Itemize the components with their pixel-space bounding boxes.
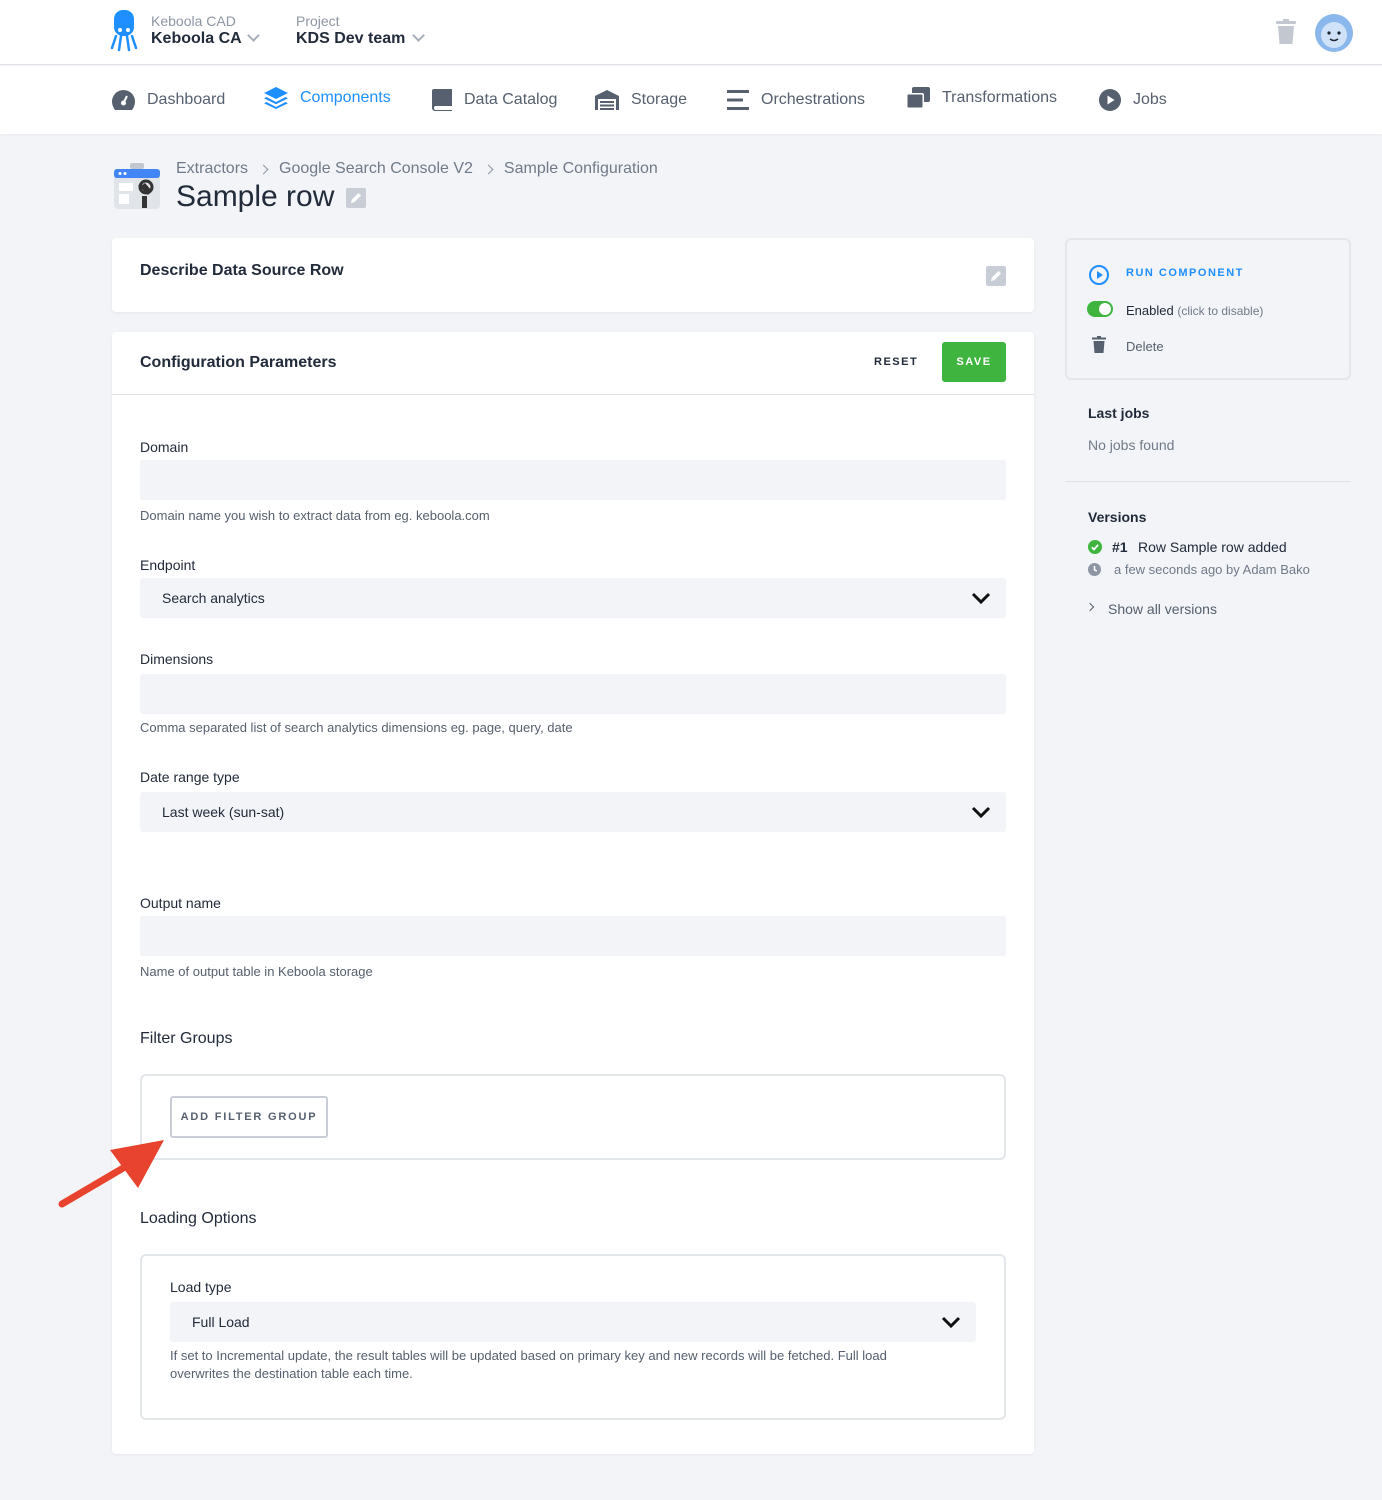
dimensions-help: Comma separated list of search analytics…: [140, 720, 573, 735]
enabled-toggle-label[interactable]: Enabled (click to disable): [1126, 303, 1263, 318]
endpoint-label: Endpoint: [140, 557, 196, 573]
version-number[interactable]: #1: [1112, 539, 1128, 555]
config-title: Configuration Parameters: [140, 354, 337, 371]
load-type-help-line1: If set to Incremental update, the result…: [170, 1348, 887, 1363]
nav-label: Dashboard: [147, 91, 226, 108]
run-component-button[interactable]: RUN COMPONENT: [1126, 267, 1244, 279]
describe-title: Describe Data Source Row: [140, 262, 344, 279]
endpoint-value: Search analytics: [162, 590, 265, 606]
chevron-down-icon[interactable]: [412, 29, 425, 42]
trash-icon[interactable]: [1092, 336, 1106, 353]
org-label: Keboola CAD: [151, 13, 236, 29]
add-filter-group-button[interactable]: ADD FILTER GROUP: [170, 1096, 328, 1138]
windows-icon: [906, 87, 930, 109]
nav-dashboard[interactable]: Dashboard: [112, 88, 225, 112]
configuration-card: Configuration Parameters RESET SAVE Doma…: [112, 332, 1034, 1454]
main-nav: Dashboard Components Data Catalog Storag…: [0, 66, 1382, 134]
header-divider: [112, 394, 1034, 395]
chevron-down-icon: [971, 806, 991, 819]
annotation-arrow-icon: [58, 1140, 164, 1208]
dimensions-input[interactable]: [140, 674, 1006, 714]
dimensions-label: Dimensions: [140, 651, 214, 667]
breadcrumb-component[interactable]: Google Search Console V2: [279, 160, 473, 178]
nav-label: Data Catalog: [464, 91, 558, 108]
last-jobs-title: Last jobs: [1088, 405, 1150, 421]
load-type-label: Load type: [170, 1279, 232, 1295]
date-range-label: Date range type: [140, 769, 240, 785]
load-type-select[interactable]: Full Load: [170, 1302, 976, 1342]
chevron-down-icon: [971, 592, 991, 605]
endpoint-select[interactable]: Search analytics: [140, 578, 1006, 618]
edit-pencil-icon[interactable]: [346, 188, 366, 208]
loading-options-title: Loading Options: [140, 1210, 257, 1227]
enabled-hint: (click to disable): [1177, 304, 1264, 318]
filter-groups-box: ADD FILTER GROUP: [140, 1074, 1006, 1160]
domain-input[interactable]: [140, 460, 1006, 500]
save-button[interactable]: SAVE: [942, 342, 1006, 382]
nav-storage[interactable]: Storage: [595, 88, 687, 112]
check-circle-icon: [1088, 540, 1102, 554]
chevron-right-icon: [483, 164, 494, 174]
sidebar-divider: [1065, 481, 1351, 482]
version-meta: a few seconds ago by Adam Bako: [1114, 562, 1310, 577]
play-circle-icon: [1099, 89, 1121, 111]
project-label: Project: [296, 13, 340, 29]
clock-icon: [1088, 563, 1101, 576]
avatar[interactable]: [1315, 14, 1353, 52]
reset-button[interactable]: RESET: [874, 356, 918, 368]
load-type-value: Full Load: [192, 1314, 250, 1330]
domain-label: Domain: [140, 439, 189, 455]
page-title: Sample row: [176, 180, 335, 213]
nav-transformations[interactable]: Transformations: [906, 86, 1057, 110]
loading-options-box: Load type Full Load If set to Incrementa…: [140, 1254, 1006, 1420]
output-name-help: Name of output table in Keboola storage: [140, 964, 373, 979]
bars-icon: [727, 90, 749, 110]
nav-label: Jobs: [1133, 91, 1167, 108]
chevron-right-icon[interactable]: [1085, 602, 1095, 612]
date-range-select[interactable]: Last week (sun-sat): [140, 792, 1006, 832]
breadcrumb: Extractors Google Search Console V2 Samp…: [176, 160, 658, 178]
dashboard-gauge-icon: [112, 90, 135, 110]
play-circle-icon[interactable]: [1089, 265, 1109, 285]
toggle-switch[interactable]: [1087, 301, 1113, 317]
domain-help: Domain name you wish to extract data fro…: [140, 508, 490, 523]
enabled-label: Enabled: [1126, 303, 1174, 318]
chevron-down-icon: [941, 1316, 961, 1329]
nav-label: Orchestrations: [761, 91, 866, 108]
google-search-console-icon: [114, 163, 160, 209]
chevron-right-icon: [258, 164, 269, 174]
output-name-input[interactable]: [140, 916, 1006, 956]
date-range-value: Last week (sun-sat): [162, 804, 285, 820]
delete-button[interactable]: Delete: [1126, 339, 1164, 354]
nav-data-catalog[interactable]: Data Catalog: [432, 88, 557, 112]
warehouse-icon: [595, 90, 619, 110]
version-description[interactable]: Row Sample row added: [1138, 539, 1287, 555]
filter-groups-title: Filter Groups: [140, 1030, 233, 1047]
nav-label: Storage: [631, 91, 688, 108]
chevron-down-icon[interactable]: [247, 29, 260, 42]
describe-card: Describe Data Source Row: [112, 238, 1034, 312]
edit-pencil-icon[interactable]: [986, 266, 1006, 286]
load-type-help-line2: overwrites the destination table each ti…: [170, 1366, 413, 1381]
keboola-logo-icon[interactable]: [110, 10, 138, 52]
top-bar: Keboola CAD Keboola CA Project KDS Dev t…: [0, 0, 1382, 65]
layers-icon: [264, 87, 288, 109]
book-icon: [432, 89, 452, 111]
nav-label: Components: [300, 89, 391, 106]
no-jobs-text: No jobs found: [1088, 437, 1175, 453]
actions-panel: RUN COMPONENT Enabled (click to disable)…: [1065, 238, 1351, 380]
nav-jobs[interactable]: Jobs: [1099, 88, 1167, 112]
breadcrumb-configuration[interactable]: Sample Configuration: [504, 160, 658, 178]
output-name-label: Output name: [140, 895, 221, 911]
trash-icon[interactable]: [1276, 19, 1296, 45]
project-switcher[interactable]: KDS Dev team: [296, 30, 405, 48]
nav-label: Transformations: [942, 89, 1057, 106]
nav-orchestrations[interactable]: Orchestrations: [727, 88, 865, 112]
show-all-versions-link[interactable]: Show all versions: [1108, 601, 1217, 617]
nav-components[interactable]: Components: [264, 86, 391, 110]
versions-title: Versions: [1088, 509, 1147, 525]
org-switcher[interactable]: Keboola CA: [151, 30, 242, 48]
breadcrumb-extractors[interactable]: Extractors: [176, 160, 248, 178]
